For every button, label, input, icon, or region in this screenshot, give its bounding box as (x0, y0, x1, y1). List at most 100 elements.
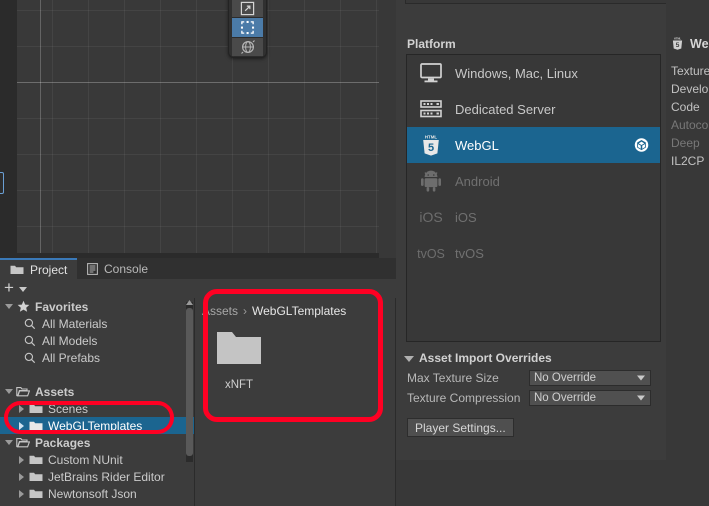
tree-row-assets[interactable]: Assets (0, 383, 194, 400)
tree-row-all-materials[interactable]: All Materials (0, 315, 194, 332)
chevron-down-icon (637, 395, 645, 400)
tree-row-jetbrains-rider-editor[interactable]: JetBrains Rider Editor (0, 468, 194, 485)
search-icon (22, 352, 38, 364)
tree-row-packages[interactable]: Packages (0, 434, 194, 451)
svg-text:HTML: HTML (674, 37, 682, 41)
hierarchy-selected-item-partial[interactable] (0, 172, 4, 194)
twisty-right-icon[interactable] (15, 472, 28, 481)
tree-row-spacer (0, 366, 194, 383)
rect-transform-icon (240, 20, 255, 35)
twisty-down-icon[interactable] (2, 304, 15, 309)
tab-console-label: Console (104, 261, 149, 276)
platform-row-dedicated-server[interactable]: Dedicated Server (407, 91, 660, 127)
breadcrumb-assets[interactable]: Assets (202, 304, 238, 318)
inspector-row-autoconnect: Autoco (671, 118, 709, 132)
folder-icon (28, 471, 44, 482)
tree-row-services-core[interactable]: Services Core (0, 502, 194, 506)
scale-arrow-icon (240, 1, 255, 16)
tree-row-custom-nunit[interactable]: Custom NUnit (0, 451, 194, 468)
platform-label-ios: iOS (455, 209, 477, 225)
inspector-row-development[interactable]: Develo (671, 80, 709, 98)
texture-compression-dropdown[interactable]: No Override (529, 389, 651, 406)
transform-tool-button[interactable] (232, 37, 263, 57)
max-texture-size-value: No Override (534, 371, 596, 384)
twisty-right-icon[interactable] (15, 455, 28, 464)
asset-label-xnft: xNFT (224, 379, 254, 391)
build-settings-panel: Platform Windows, Mac, Linux Dedicated S… (396, 0, 709, 460)
inspector-row-texture[interactable]: Texture (671, 62, 709, 80)
scene-grid (17, 0, 379, 253)
tree-row-favorites[interactable]: Favorites (0, 298, 194, 315)
asset-grid: xNFT (202, 326, 276, 391)
asset-item-xnft[interactable]: xNFT (202, 326, 276, 391)
project-toolbar: + (0, 279, 396, 298)
platform-label-windows-mac-linux: Windows, Mac, Linux (455, 65, 578, 81)
inspector-row-il2cpp[interactable]: IL2CP (671, 152, 709, 170)
svg-text:5: 5 (428, 142, 434, 154)
scene-right-gutter (379, 0, 396, 258)
platform-section-label: Platform (407, 37, 456, 51)
platform-row-windows-mac-linux[interactable]: Windows, Mac, Linux (407, 55, 660, 91)
platform-label-ios-icon-text: Android (455, 173, 500, 189)
chevron-down-icon (637, 375, 645, 380)
breadcrumb-webgltemplates[interactable]: WebGLTemplates (252, 304, 346, 318)
scroll-up-arrow-icon[interactable] (186, 299, 193, 305)
tree-label-packages: Packages (35, 435, 91, 450)
html5-icon: HTML 5 (416, 132, 446, 158)
inspector-row-code[interactable]: Code (671, 98, 709, 116)
rect-transform-tool-button[interactable] (232, 18, 263, 38)
asset-import-overrides-header[interactable]: Asset Import Overrides (404, 351, 552, 365)
tree-label-all-models: All Models (42, 333, 98, 348)
twisty-right-icon[interactable] (15, 421, 28, 430)
player-settings-button[interactable]: Player Settings... (407, 418, 514, 437)
twisty-down-icon[interactable] (2, 440, 15, 445)
platform-row-android[interactable]: Android (407, 163, 660, 199)
texture-compression-value: No Override (534, 391, 596, 404)
platform-label-dedicated-server: Dedicated Server (455, 101, 556, 117)
folder-icon (28, 403, 44, 414)
twisty-right-icon[interactable] (15, 404, 28, 413)
tree-row-all-models[interactable]: All Models (0, 332, 194, 349)
platform-row-webgl[interactable]: HTML 5 WebGL (407, 127, 660, 163)
tree-row-newtonsoft-json[interactable]: Newtonsoft Json (0, 485, 194, 502)
svg-text:5: 5 (676, 42, 680, 49)
svg-text:iOS: iOS (419, 209, 442, 225)
project-tree: Favorites All Materials All Models All P… (0, 298, 194, 506)
tree-row-all-prefabs[interactable]: All Prefabs (0, 349, 194, 366)
tab-project[interactable]: Project (0, 258, 77, 279)
hierarchy-panel-strip (0, 0, 17, 258)
scene-viewport[interactable] (17, 0, 379, 253)
monitor-icon (416, 60, 446, 86)
scene-grid-axis-horizontal (17, 82, 379, 83)
tree-label-jetbrains-rider-editor: JetBrains Rider Editor (48, 469, 165, 484)
twisty-right-icon[interactable] (15, 489, 28, 498)
search-icon (22, 335, 38, 347)
tree-label-custom-nunit: Custom NUnit (48, 452, 123, 467)
search-icon (22, 318, 38, 330)
tree-label-all-materials: All Materials (42, 316, 108, 331)
platform-row-tvos[interactable]: tvOS tvOS (407, 235, 660, 271)
scale-arrow-tool-button[interactable] (232, 0, 263, 19)
chevron-down-icon (404, 355, 414, 362)
tree-row-webgltemplates[interactable]: WebGLTemplates (0, 417, 194, 434)
project-tree-scrollbar-thumb[interactable] (186, 308, 193, 456)
folder-icon (28, 488, 44, 499)
ios-icon: iOS (416, 204, 446, 230)
svg-text:tvOS: tvOS (417, 247, 445, 261)
add-asset-button[interactable]: + (4, 279, 27, 296)
max-texture-size-dropdown[interactable]: No Override (529, 369, 651, 386)
breadcrumb-separator-icon: › (243, 304, 248, 318)
platform-row-ios[interactable]: iOS iOS (407, 199, 660, 235)
twisty-down-icon[interactable] (2, 389, 15, 394)
inspector-header: HTML 5 WebGL (671, 36, 709, 51)
unity-logo-icon (634, 138, 649, 153)
svg-text:HTML: HTML (425, 135, 438, 140)
star-icon (15, 300, 31, 313)
globe-transform-icon (240, 39, 256, 55)
inspector-row-deep-profiling: Deep (671, 136, 700, 150)
tab-console[interactable]: Console (77, 258, 173, 279)
inspector-header-label: WebGL (690, 36, 709, 51)
tree-row-scenes[interactable]: Scenes (0, 400, 194, 417)
folder-icon (215, 326, 263, 371)
breadcrumb: Assets › WebGLTemplates (202, 304, 346, 318)
